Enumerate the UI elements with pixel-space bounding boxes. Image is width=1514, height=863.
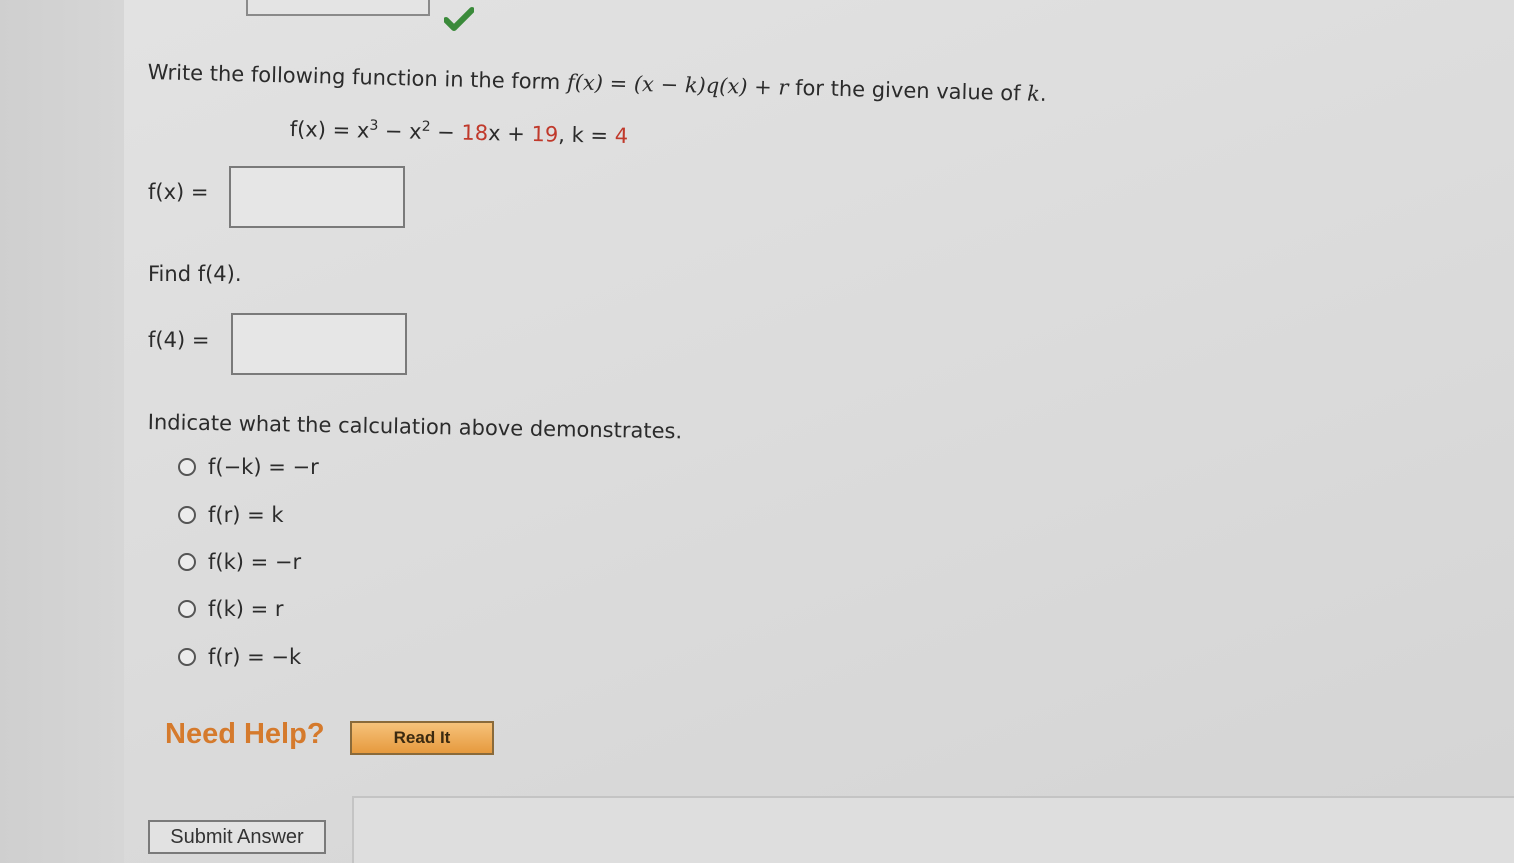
option-2[interactable]: f(r) = k <box>178 503 284 527</box>
f4-label: f(4) = <box>148 328 210 352</box>
previous-answer-box[interactable] <box>246 0 430 16</box>
coefficient-value: 18 <box>461 120 489 146</box>
option-label: f(k) = r <box>208 597 284 621</box>
k-value: 4 <box>614 123 629 149</box>
f4-answer-input[interactable] <box>231 313 407 375</box>
option-label: f(r) = −k <box>208 645 302 669</box>
read-it-button[interactable]: Read It <box>350 721 494 755</box>
find-f4-label: Find f(4). <box>148 262 242 286</box>
radio-button[interactable] <box>178 648 196 666</box>
option-label: f(r) = k <box>208 503 284 527</box>
radio-button[interactable] <box>178 458 196 476</box>
constant-value: 19 <box>531 122 559 147</box>
option-5[interactable]: f(r) = −k <box>178 645 301 669</box>
option-label: f(−k) = −r <box>208 455 319 479</box>
submit-answer-button[interactable]: Submit Answer <box>148 820 326 854</box>
radio-button[interactable] <box>178 506 196 524</box>
bottom-panel <box>352 796 1514 863</box>
option-label: f(k) = −r <box>208 550 302 574</box>
fx-answer-input[interactable] <box>229 166 405 228</box>
option-1[interactable]: f(−k) = −r <box>178 455 319 479</box>
fx-label: f(x) = <box>148 180 209 204</box>
option-4[interactable]: f(k) = r <box>178 597 284 621</box>
radio-button[interactable] <box>178 553 196 571</box>
left-margin <box>0 0 124 863</box>
need-help-heading: Need Help? <box>165 718 325 750</box>
radio-button[interactable] <box>178 600 196 618</box>
option-3[interactable]: f(k) = −r <box>178 550 301 574</box>
correct-check-icon <box>444 7 474 31</box>
